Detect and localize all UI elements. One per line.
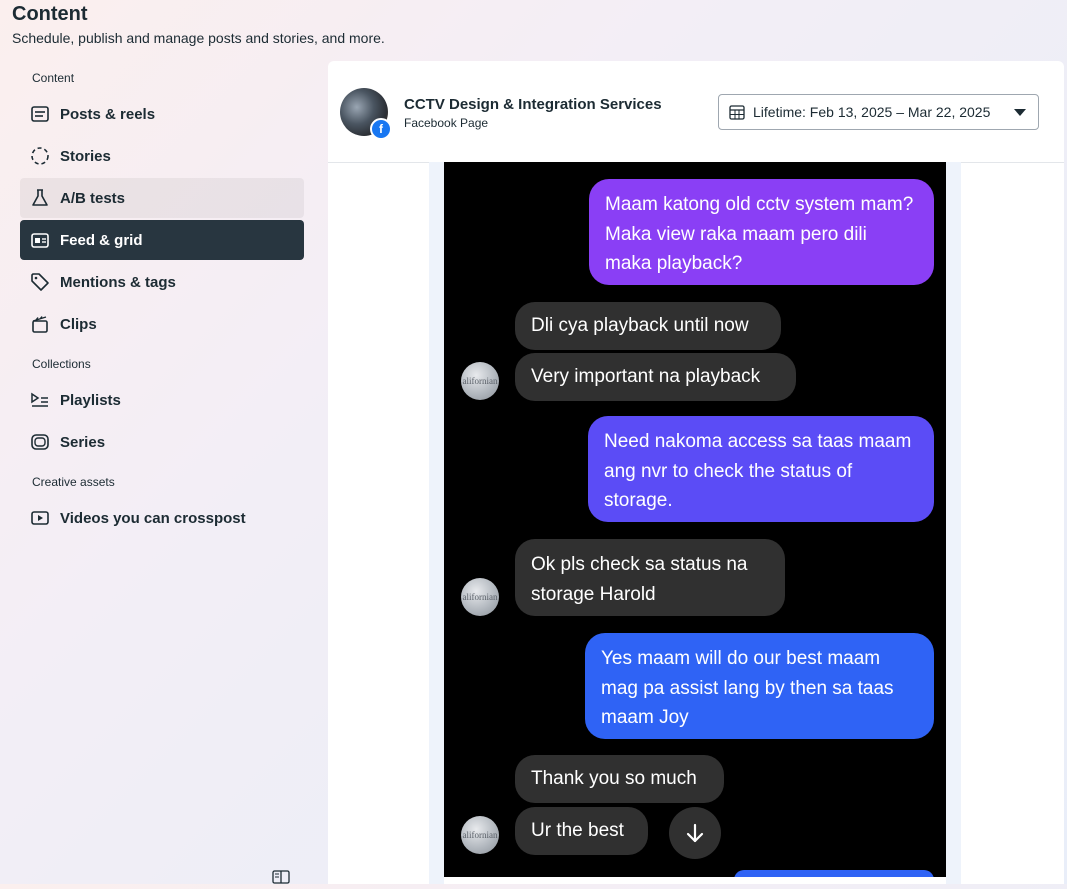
sidebar-item-mentions-tags[interactable]: Mentions & tags [20,262,304,302]
arrow-down-icon [686,823,704,843]
facebook-icon: f [370,118,392,140]
sidebar-item-posts-reels[interactable]: Posts & reels [20,94,304,134]
message-bubble-received: Dli cya playback until now [515,302,781,350]
sidebar-item-label: Series [60,433,106,451]
sidebar-item-label: Stories [60,147,111,165]
message-bubble-sent: Yes maam will do our best maam mag pa as… [585,633,934,739]
posts-icon [30,104,50,124]
message-bubble-received: Very important na playback [515,353,796,401]
chat-screenshot-preview[interactable]: Maam katong old cctv system mam? Maka vi… [444,162,946,877]
sidebar-item-clips[interactable]: Clips [20,304,304,344]
page-name: CCTV Design & Integration Services [404,96,662,113]
tag-icon [30,272,50,292]
date-range-dropdown[interactable]: Lifetime: Feb 13, 2025 – Mar 22, 2025 [718,94,1039,130]
message-bubble-received: Ok pls check sa status na storage Harold [515,539,785,616]
playlist-icon [30,390,50,410]
contact-avatar: alifornian [461,816,499,854]
page-type: Facebook Page [404,116,489,130]
message-bubble-received: Thank you so much [515,755,724,803]
sidebar-item-label: Videos you can crosspost [60,509,246,527]
contact-avatar: alifornian [461,362,499,400]
chevron-down-icon [1014,109,1026,116]
page-subtitle: Schedule, publish and manage posts and s… [12,30,385,46]
sidebar-item-label: Clips [60,315,97,333]
section-label-creative-assets: Creative assets [32,475,115,489]
sidebar-item-videos-crosspost[interactable]: Videos you can crosspost [20,498,304,538]
sidebar: Content Posts & reels Stories A/B tests … [20,62,304,540]
series-icon [30,432,50,452]
calendar-icon [729,104,745,120]
sidebar-item-label: Feed & grid [60,231,143,249]
contact-avatar: alifornian [461,578,499,616]
collapse-sidebar-icon[interactable] [272,870,290,884]
section-label-content: Content [32,71,75,85]
sidebar-item-series[interactable]: Series [20,422,304,462]
sidebar-item-playlists[interactable]: Playlists [20,380,304,420]
sidebar-item-label: Playlists [60,391,121,409]
message-bubble-sent: Need nakoma access sa taas maam ang nvr … [588,416,934,522]
message-bubble-sent: Maam katong old cctv system mam? Maka vi… [589,179,934,285]
sidebar-item-ab-tests[interactable]: A/B tests [20,178,304,218]
page-selector-header: f CCTV Design & Integration Services Fac… [328,61,1064,163]
stories-icon [30,146,50,166]
sidebar-item-label: A/B tests [60,189,126,207]
page-header: Content Schedule, publish and manage pos… [12,2,385,46]
message-bubble-received: Ur the best [515,807,648,855]
page-title: Content [12,3,88,25]
scroll-down-button[interactable] [669,807,721,859]
clapper-icon [30,314,50,334]
section-label-collections: Collections [32,357,91,371]
sidebar-item-label: Posts & reels [60,105,156,123]
feed-grid-icon [30,230,50,250]
preview-footer [444,877,946,884]
sidebar-item-stories[interactable]: Stories [20,136,304,176]
date-range-label: Lifetime: Feb 13, 2025 – Mar 22, 2025 [753,104,991,120]
sidebar-item-label: Mentions & tags [60,273,176,291]
message-bubble-sent-partial [734,870,934,877]
video-icon [30,508,50,528]
sidebar-item-feed-grid[interactable]: Feed & grid [20,220,304,260]
flask-icon [30,188,50,208]
